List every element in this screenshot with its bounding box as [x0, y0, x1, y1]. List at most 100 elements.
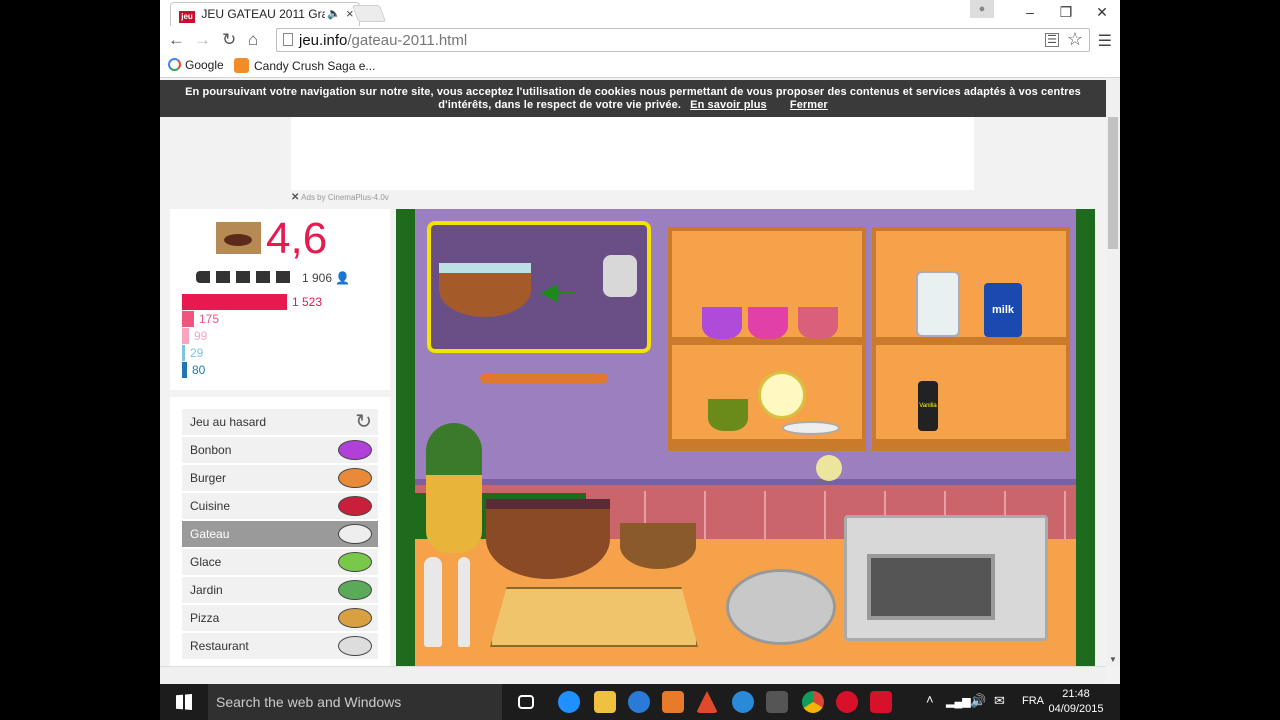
milk-can[interactable]: milk [984, 283, 1022, 337]
cake-icon [338, 524, 372, 544]
volume-icon[interactable]: 🔊 [970, 693, 986, 709]
speaker-icon[interactable]: 🔈 [327, 7, 341, 20]
cookie-text-line2: d'intérêts, dans le respect de votre vie… [438, 99, 681, 111]
ad-banner[interactable] [291, 117, 974, 190]
scroll-down-icon[interactable]: ▼ [1109, 655, 1117, 664]
notification-icon[interactable]: ✉ [994, 693, 1005, 709]
arrow-left-icon: ◀─ [541, 279, 574, 304]
home-icon[interactable]: ⌂ [248, 29, 258, 51]
task-view-icon[interactable] [518, 695, 534, 709]
profile-icon[interactable]: ● [970, 0, 994, 18]
votes-row: 1 906 👤 [196, 271, 350, 285]
vanilla-bottle[interactable]: Vanilla [918, 381, 938, 431]
close-window-icon[interactable]: ✕ [1084, 0, 1120, 26]
burger-icon [338, 468, 372, 488]
back-icon[interactable]: ← [168, 29, 185, 51]
close-ad-icon[interactable]: ✕ [291, 192, 299, 203]
utensil-rack [480, 373, 608, 383]
clock-time: 21:48 [1062, 688, 1090, 700]
scrollbar-thumb[interactable] [1108, 117, 1118, 249]
translate-icon[interactable]: ☰ [1045, 33, 1059, 47]
category-item-gateau[interactable]: Gateau [182, 521, 378, 547]
mixer-icon [603, 255, 637, 297]
knife-right[interactable] [458, 557, 470, 647]
mouse-cursor-icon [816, 455, 842, 481]
cookie-close-link[interactable]: Fermer [790, 99, 828, 111]
plate-butter[interactable] [782, 421, 840, 435]
system-clock[interactable]: 21:48 04/09/2015 [1040, 687, 1112, 717]
category-item-restaurant[interactable]: Restaurant [182, 633, 378, 659]
rating-card: 4,6 1 906 👤 1 523 175 99 29 80 [170, 209, 390, 390]
bookmark-star-icon[interactable]: ☆ [1067, 29, 1083, 50]
category-label: Jardin [190, 583, 223, 597]
refresh-icon: ↻ [355, 411, 372, 433]
rating-bar [182, 328, 189, 344]
category-item-cuisine[interactable]: Cuisine [182, 493, 378, 519]
knife-left[interactable] [424, 557, 442, 647]
pink-jar[interactable] [748, 307, 788, 339]
rating-bar-label: 1 523 [292, 295, 323, 309]
mixing-bowl[interactable] [486, 499, 610, 579]
instruction-panel: ◀─ [427, 221, 651, 353]
clock-plate[interactable] [758, 371, 806, 419]
cookie-more-link[interactable]: En savoir plus [690, 99, 767, 111]
bookmark-google[interactable]: Google [168, 58, 224, 72]
opera-icon[interactable] [836, 691, 858, 713]
category-item-pizza[interactable]: Pizza [182, 605, 378, 631]
forward-icon[interactable]: → [194, 29, 211, 51]
address-bar[interactable]: jeu.info/gateau-2011.html ☰ ☆ [276, 28, 1090, 52]
category-item-bonbon[interactable]: Bonbon [182, 437, 378, 463]
media-player-icon[interactable] [662, 691, 684, 713]
cookie-text-line1: En poursuivant votre navigation sur notr… [185, 86, 1081, 98]
red-jar[interactable] [798, 307, 838, 339]
bookmark-candy-crush[interactable]: Candy Crush Saga e... [234, 58, 375, 73]
browser-tab[interactable]: jeu JEU GATEAU 2011 Gratuit 🔈 × [170, 2, 360, 26]
rating-bar [182, 294, 287, 310]
category-item-glace[interactable]: Glace [182, 549, 378, 575]
internet-explorer-icon[interactable] [628, 691, 650, 713]
new-tab-button[interactable] [351, 5, 387, 22]
url-text: jeu.info/gateau-2011.html [299, 32, 468, 49]
cake-pan[interactable] [726, 569, 836, 645]
category-item-jeu-au-hasard[interactable]: Jeu au hasard ↻ [182, 409, 378, 435]
edge-icon[interactable] [558, 691, 580, 713]
rating-bar [182, 311, 194, 327]
pineapple[interactable] [426, 423, 482, 553]
recorder-icon[interactable] [870, 691, 892, 713]
taskbar-search-box[interactable]: Search the web and Windows [208, 684, 502, 720]
ad-note[interactable]: ✕ Ads by CinemaPlus-4.0v [291, 192, 389, 203]
game-canvas[interactable]: ◀─ milk Vanilla [396, 209, 1095, 666]
network-icon[interactable]: ▂▄▆ [946, 695, 971, 708]
minimize-icon[interactable]: – [1012, 0, 1048, 26]
bowl-icon [439, 263, 531, 317]
microwave-oven[interactable] [844, 515, 1048, 641]
store-icon[interactable] [766, 691, 788, 713]
shelf-left [668, 227, 866, 451]
vertical-scrollbar[interactable]: ▼ [1106, 79, 1120, 666]
app-icon[interactable] [732, 691, 754, 713]
milk-jug[interactable] [916, 271, 960, 337]
category-item-jardin[interactable]: Jardin [182, 577, 378, 603]
category-label: Restaurant [190, 639, 249, 653]
google-icon [168, 58, 181, 71]
category-label: Gateau [190, 527, 230, 541]
brown-bowl[interactable] [620, 523, 696, 569]
file-explorer-icon[interactable] [594, 691, 616, 713]
cutting-board[interactable] [490, 587, 698, 647]
rating-stars-icon[interactable] [196, 271, 294, 283]
purple-jar[interactable] [702, 307, 742, 339]
maximize-icon[interactable]: ❐ [1048, 0, 1084, 26]
windows-start-icon[interactable] [176, 694, 192, 710]
category-label: Bonbon [190, 443, 232, 457]
chrome-menu-icon[interactable]: ☰ [1098, 31, 1112, 51]
cookie-banner: En poursuivant votre navigation sur notr… [160, 80, 1106, 117]
chrome-icon[interactable] [802, 691, 824, 713]
category-item-burger[interactable]: Burger [182, 465, 378, 491]
user-icon: 👤 [335, 271, 350, 285]
chevron-up-icon[interactable]: ˄ [926, 692, 934, 707]
category-menu: Jeu au hasard ↻ Bonbon Burger Cuisine Gateau G… [170, 397, 390, 666]
reload-icon[interactable]: ↻ [222, 29, 236, 51]
green-jar[interactable] [708, 399, 748, 431]
matlab-icon[interactable] [696, 691, 718, 713]
horizontal-scrollbar[interactable] [160, 666, 1106, 684]
